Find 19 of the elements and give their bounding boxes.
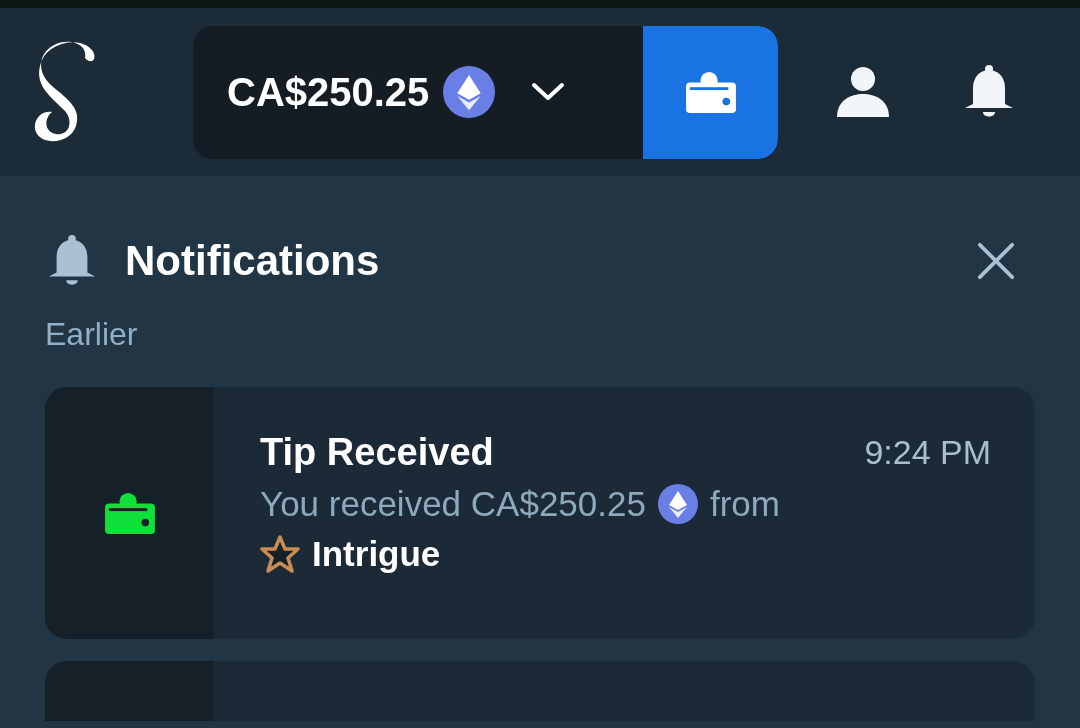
star-icon xyxy=(260,534,300,574)
notification-card[interactable]: Tip Received 9:24 PM You received CA$250.25 from Intrigue xyxy=(45,387,1035,639)
ethereum-icon xyxy=(443,66,496,118)
chevron-down-icon[interactable] xyxy=(531,82,566,102)
ethereum-icon xyxy=(657,484,698,524)
balance-selector[interactable]: CA$250.25 xyxy=(193,25,778,159)
panel-title: Notifications xyxy=(125,237,380,285)
notification-message: You received CA$250.25 xyxy=(260,484,646,524)
user-icon[interactable] xyxy=(835,64,891,120)
balance-amount: CA$250.25 xyxy=(227,69,430,115)
close-icon[interactable] xyxy=(977,242,1015,280)
notification-title: Tip Received xyxy=(260,431,494,474)
wallet-button[interactable] xyxy=(643,25,778,159)
wallet-icon xyxy=(102,490,157,536)
notification-time: 9:24 PM xyxy=(864,433,991,472)
wallet-icon xyxy=(683,69,738,115)
section-label: Earlier xyxy=(45,316,139,353)
sender-name[interactable]: Intrigue xyxy=(312,534,441,574)
notification-message: from xyxy=(709,484,780,524)
